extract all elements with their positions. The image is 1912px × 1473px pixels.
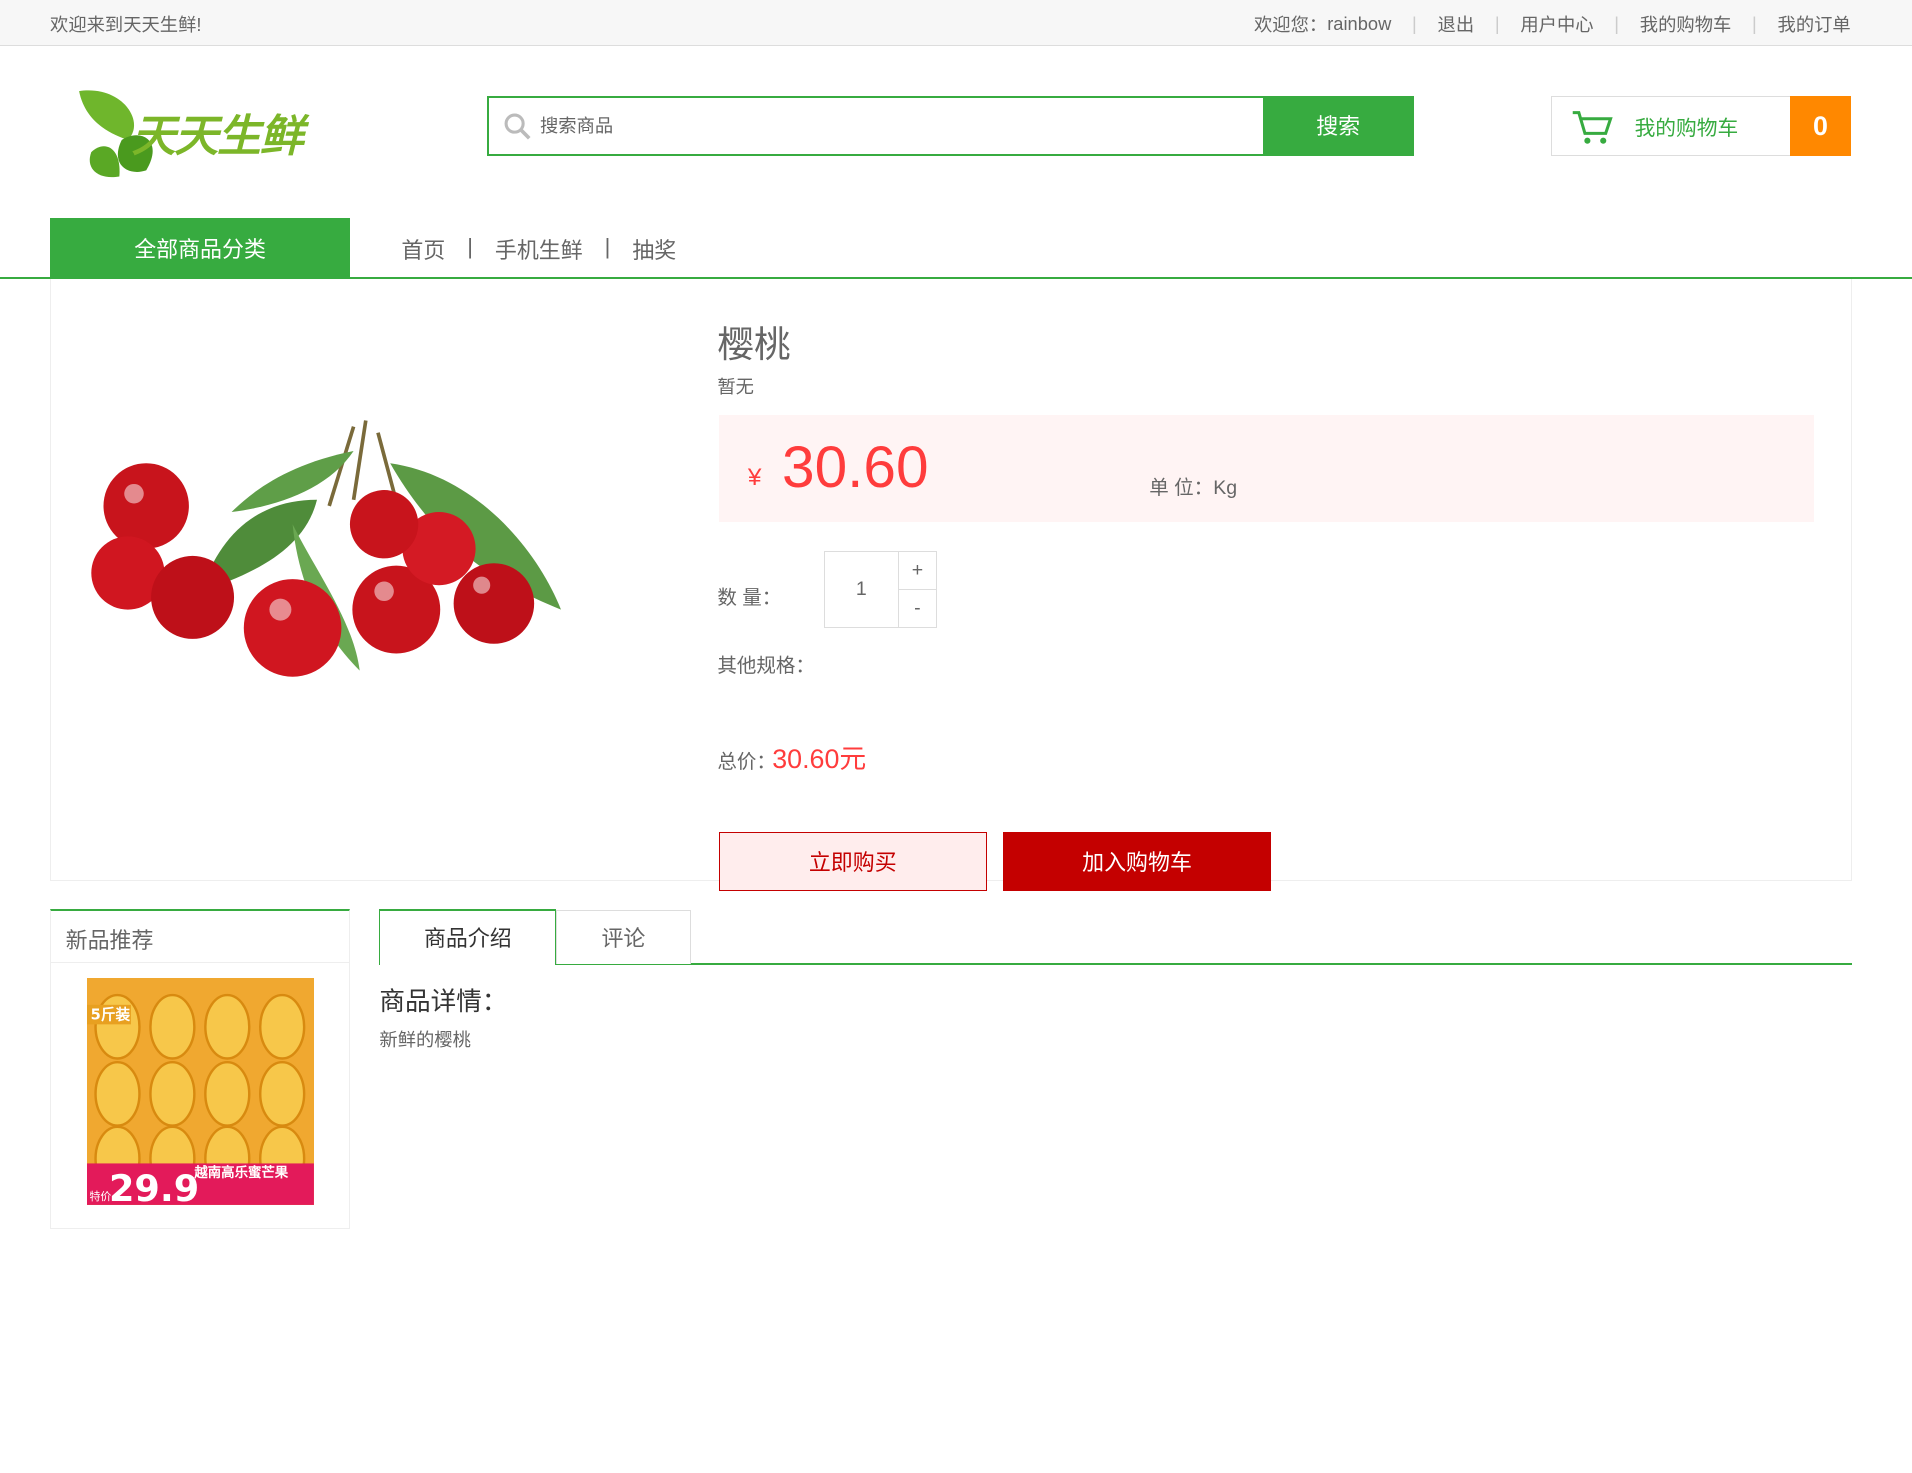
search-input[interactable] bbox=[540, 98, 1264, 155]
username: rainbow bbox=[1327, 12, 1392, 34]
user-center-link[interactable]: 用户中心 bbox=[1520, 11, 1593, 37]
price-box: ¥ 30.60 单 位：Kg bbox=[718, 414, 1815, 523]
detail-title: 商品详情： bbox=[379, 987, 508, 1016]
total-label: 总价： bbox=[717, 751, 776, 774]
nav-mobile-fresh[interactable]: 手机生鲜 bbox=[495, 234, 583, 265]
new-product-image[interactable]: 5斤装 29.9 特价 越南高乐蜜芒果 bbox=[86, 978, 314, 1206]
product-title: 樱桃 bbox=[717, 323, 791, 365]
cart-label: 我的购物车 bbox=[1634, 117, 1739, 141]
product-unit: 单 位：Kg bbox=[1149, 476, 1238, 499]
my-cart-link[interactable]: 我的购物车 bbox=[1640, 11, 1732, 37]
new-product-price: 29.9 bbox=[109, 1168, 199, 1206]
new-product-badge: 5斤装 bbox=[90, 1006, 130, 1024]
nav-home[interactable]: 首页 bbox=[401, 234, 445, 265]
quantity-input[interactable]: 1 bbox=[823, 551, 900, 629]
detail-text: 新鲜的樱桃 bbox=[379, 1029, 471, 1051]
tab-comments[interactable]: 评论 bbox=[556, 910, 691, 964]
buy-now-button[interactable]: 立即购买 bbox=[718, 832, 987, 891]
search-button[interactable]: 搜索 bbox=[1263, 97, 1414, 155]
product-image bbox=[73, 390, 585, 756]
currency-symbol: ¥ bbox=[747, 463, 762, 491]
total-price: 30.60元 bbox=[772, 743, 867, 774]
header-cart[interactable]: 我的购物车 0 bbox=[1550, 96, 1851, 157]
greeting-label: 欢迎您： bbox=[1254, 13, 1328, 35]
logo-text: 天天生鲜 bbox=[131, 112, 304, 162]
welcome-text: 欢迎来到天天生鲜! bbox=[50, 13, 202, 35]
search-bar: 搜索 bbox=[486, 96, 1414, 157]
product-price: 30.60 bbox=[782, 435, 929, 501]
quantity-minus-button[interactable]: - bbox=[897, 589, 937, 629]
main-nav: 首页 | 手机生鲜 | 抽奖 bbox=[401, 234, 677, 265]
search-icon bbox=[489, 98, 540, 153]
tab-product-intro[interactable]: 商品介绍 bbox=[379, 908, 557, 965]
top-bar-links: 欢迎您： rainbow | 退出 | 用户中心 | 我的购物车 | 我的订单 bbox=[1254, 11, 1851, 37]
new-product-price-label: 特价 bbox=[89, 1189, 111, 1203]
my-orders-link[interactable]: 我的订单 bbox=[1778, 11, 1851, 37]
new-product-banner: 越南高乐蜜芒果 bbox=[193, 1164, 288, 1181]
add-to-cart-button[interactable]: 加入购物车 bbox=[1002, 832, 1272, 891]
quantity-plus-button[interactable]: + bbox=[897, 551, 937, 591]
site-logo[interactable]: 天天生鲜 bbox=[73, 85, 305, 180]
all-categories-button[interactable]: 全部商品分类 bbox=[50, 218, 351, 280]
top-bar: 欢迎来到天天生鲜! 欢迎您： rainbow | 退出 | 用户中心 | 我的购… bbox=[0, 0, 1912, 47]
cart-count-badge: 0 bbox=[1789, 96, 1851, 157]
quantity-label: 数 量： bbox=[717, 586, 782, 609]
new-products-title: 新品推荐 bbox=[51, 911, 350, 964]
nav-lottery[interactable]: 抽奖 bbox=[632, 234, 676, 265]
other-specs-label: 其他规格： bbox=[717, 655, 815, 678]
product-subtitle: 暂无 bbox=[717, 376, 754, 398]
shopping-cart-icon bbox=[1552, 98, 1635, 155]
logout-link[interactable]: 退出 bbox=[1438, 11, 1475, 37]
